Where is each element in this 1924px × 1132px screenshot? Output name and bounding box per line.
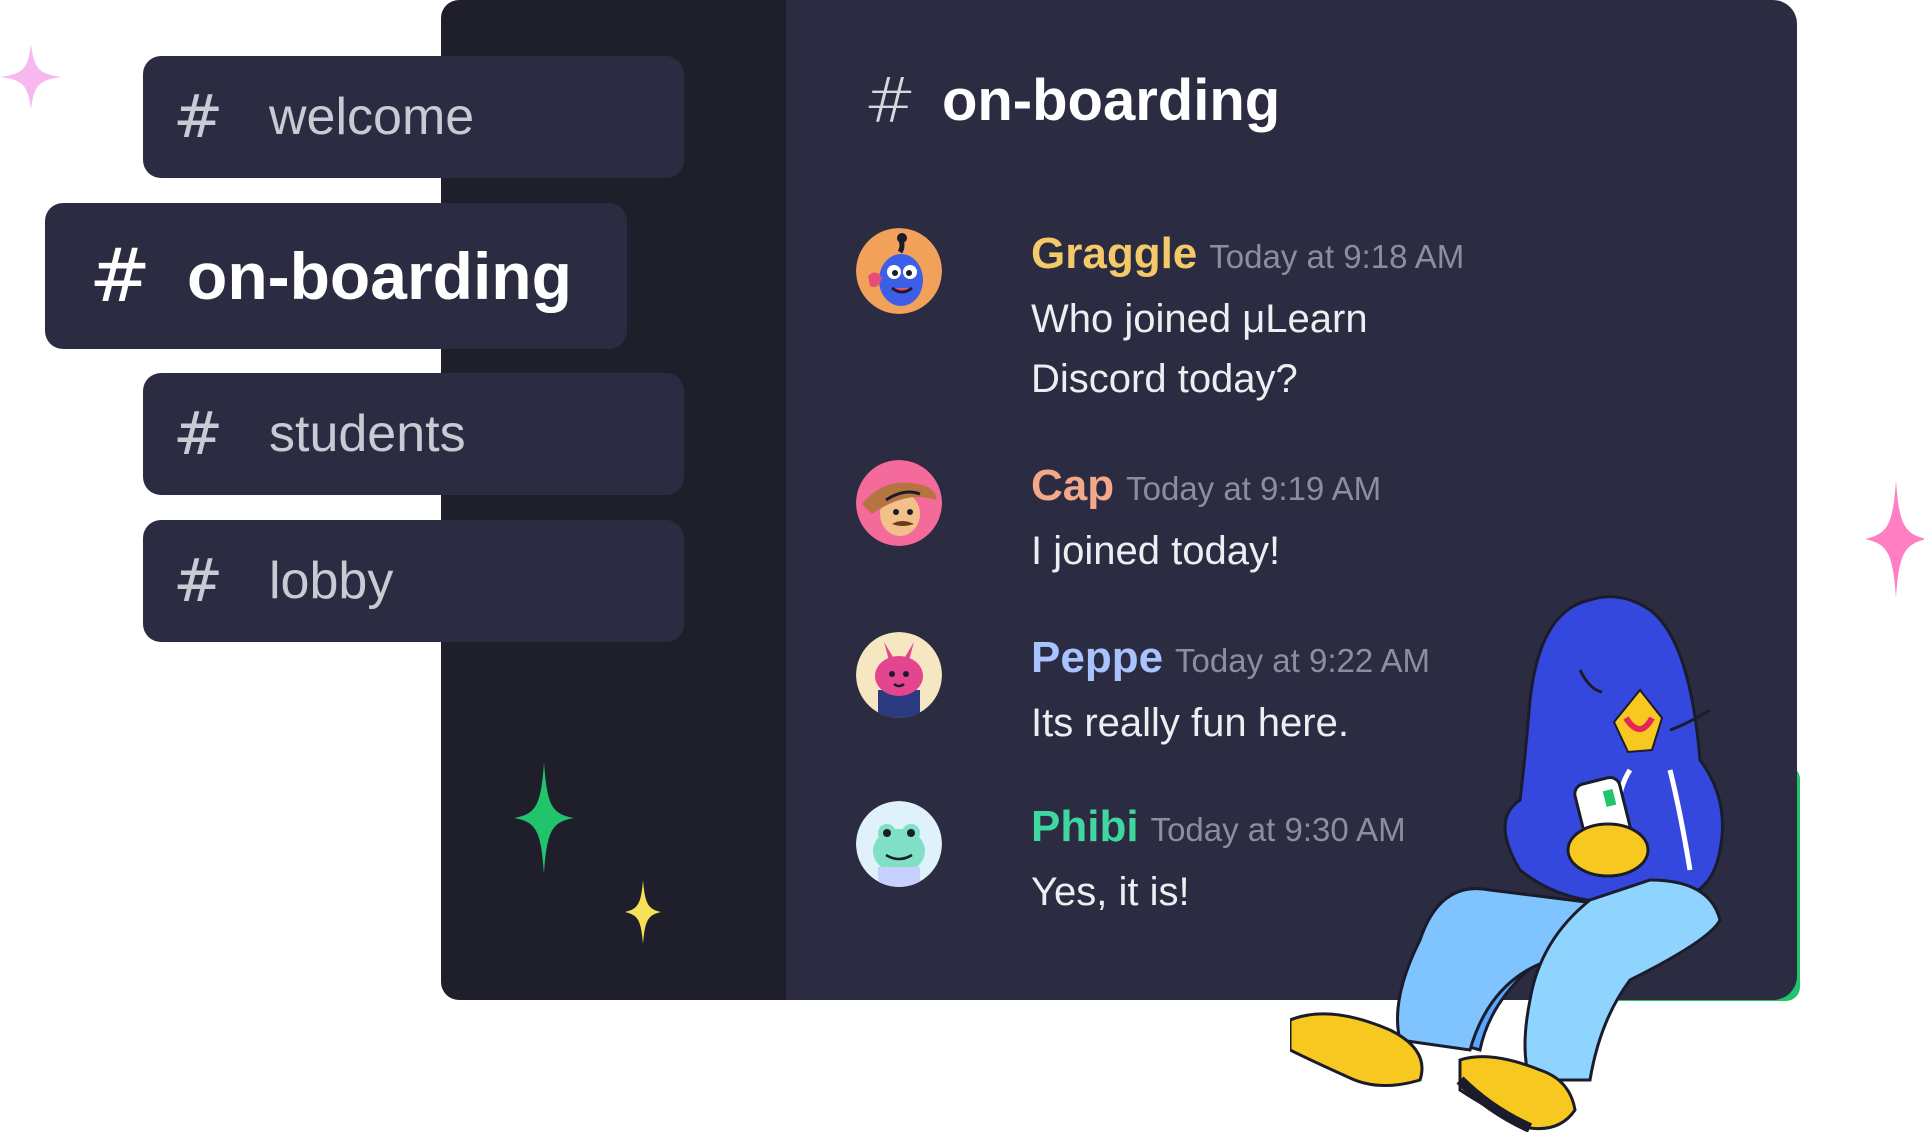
character-illustration: [1290, 595, 1724, 1132]
username[interactable]: Phibi: [1031, 801, 1139, 854]
hash-icon: #: [173, 546, 224, 616]
timestamp: Today at 9:19 AM: [1126, 470, 1382, 507]
channel-header: # on-boarding: [864, 70, 1280, 132]
channel-label: lobby: [269, 552, 394, 610]
channel-label: welcome: [269, 88, 475, 146]
username[interactable]: Graggle: [1031, 228, 1197, 281]
channel-item-students[interactable]: # students: [143, 373, 684, 495]
sparkle-icon: [625, 880, 661, 944]
channel-item-welcome[interactable]: # welcome: [143, 56, 684, 178]
avatar-illustration: [856, 460, 942, 546]
avatar-illustration: [856, 228, 942, 314]
sparkle-icon: [1865, 480, 1924, 598]
channel-label: on-boarding: [187, 239, 572, 313]
username[interactable]: Peppe: [1031, 632, 1163, 685]
hash-icon: #: [173, 82, 224, 152]
avatar[interactable]: [856, 632, 942, 718]
channel-item-on-boarding[interactable]: # on-boarding: [45, 203, 627, 349]
avatar[interactable]: [856, 228, 942, 314]
hash-icon: #: [864, 64, 916, 137]
channel-title: on-boarding: [941, 68, 1281, 133]
discord-promo-illustration: # welcome # on-boarding # students # lob…: [0, 0, 1924, 1132]
hash-icon: #: [173, 399, 224, 469]
hash-icon: #: [89, 233, 152, 319]
timestamp: Today at 9:18 AM: [1209, 238, 1465, 275]
sparkle-icon: [514, 762, 574, 874]
message-text: Who joined μLearn Discord today?: [1031, 296, 1368, 401]
sparkle-icon: [0, 44, 62, 110]
avatar-illustration: [856, 801, 942, 887]
channel-item-lobby[interactable]: # lobby: [143, 520, 684, 642]
username[interactable]: Cap: [1031, 460, 1114, 513]
avatar-illustration: [856, 632, 942, 718]
message-text: I joined today!: [1031, 528, 1281, 573]
avatar[interactable]: [856, 801, 942, 887]
avatar[interactable]: [856, 460, 942, 546]
channel-label: students: [269, 405, 466, 463]
